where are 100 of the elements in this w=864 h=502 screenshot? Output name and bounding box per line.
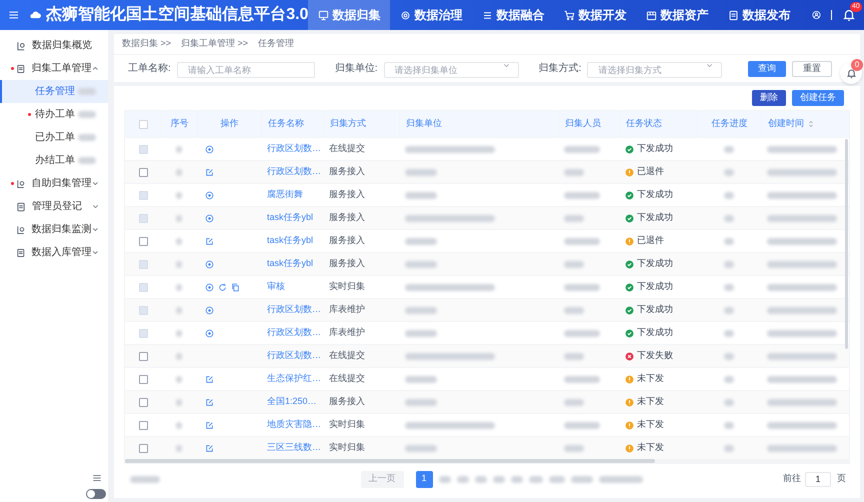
checkbox[interactable] xyxy=(138,374,148,384)
blurred-text xyxy=(724,398,734,406)
blurred-text xyxy=(767,168,837,176)
search-button[interactable]: 查询 xyxy=(748,60,786,76)
edit-icon[interactable] xyxy=(205,444,214,452)
blurred-text xyxy=(405,260,437,268)
checkbox[interactable] xyxy=(138,444,148,452)
dropdown-field[interactable]: 请选择归集单位 xyxy=(384,62,519,78)
submenu-item[interactable]: 待办工单 xyxy=(0,103,108,126)
dropdown-field[interactable]: 请选择归集方式 xyxy=(587,62,722,78)
delete-button[interactable]: 删除 xyxy=(752,90,786,106)
submenu-item[interactable]: 已办工单 xyxy=(0,126,108,149)
table-cell-text: 服务接入 xyxy=(329,165,365,178)
edit-icon[interactable] xyxy=(205,420,214,430)
sidebar-item[interactable]: 数据归集概览 xyxy=(0,34,108,57)
floating-bell-button[interactable]: 0 xyxy=(840,62,862,84)
checkbox[interactable] xyxy=(138,168,148,176)
nav-tab[interactable]: 数据开发 xyxy=(554,0,636,30)
column-header[interactable]: 归集方式 xyxy=(330,117,366,131)
task-name-link[interactable]: 三区三线数… xyxy=(267,441,321,455)
nav-tab[interactable]: 数据归集 xyxy=(308,0,390,30)
blurred-text xyxy=(492,476,504,482)
column-header[interactable]: 任务进度 xyxy=(712,117,748,131)
checkbox[interactable] xyxy=(138,352,148,360)
column-header[interactable]: 序号 xyxy=(170,117,188,131)
sidebar-item[interactable]: 归集工单管理 xyxy=(0,57,108,80)
status-text: 未下发 xyxy=(637,395,664,408)
blurred-text xyxy=(564,284,600,290)
blurred-text xyxy=(564,422,600,428)
breadcrumb-link[interactable]: 数据归集 >> xyxy=(122,37,172,51)
submenu-item[interactable]: 办结工单 xyxy=(0,149,108,172)
column-header[interactable]: 操作 xyxy=(220,117,238,131)
blurred-text xyxy=(176,398,182,406)
gear-icon xyxy=(400,10,412,20)
column-header[interactable]: 归集人员 xyxy=(565,117,601,131)
column-header[interactable]: 创建时间 xyxy=(768,117,804,131)
input-field[interactable]: 请输入工单名称 xyxy=(176,62,315,78)
edit-icon[interactable] xyxy=(205,374,214,384)
status-text: 下发成功 xyxy=(637,142,673,156)
task-name-link[interactable]: task任务ybl xyxy=(267,234,314,248)
task-name-link[interactable]: 行政区划数… xyxy=(267,349,321,363)
checkbox[interactable] xyxy=(138,398,148,406)
scrollbar[interactable] xyxy=(125,459,655,463)
blurred-text xyxy=(528,476,542,482)
blurred-text xyxy=(767,284,837,290)
edit-icon[interactable] xyxy=(205,168,214,176)
toggle-switch[interactable] xyxy=(86,489,106,499)
blurred-text xyxy=(176,284,182,290)
page-button[interactable]: 1 xyxy=(416,470,432,488)
blurred-text xyxy=(724,352,734,360)
task-name-link[interactable]: 生态保护红… xyxy=(267,372,321,386)
table-cell-text: 服务接入 xyxy=(329,211,365,224)
checkbox[interactable] xyxy=(138,120,148,128)
blurred-text xyxy=(767,376,837,382)
submenu-item[interactable]: 任务管理 xyxy=(0,80,108,103)
nav-tab[interactable]: 数据资产 xyxy=(636,0,718,30)
blurred-text xyxy=(564,444,584,452)
blurred-text xyxy=(405,192,437,198)
checkbox[interactable] xyxy=(138,236,148,246)
column-header[interactable]: 任务状态 xyxy=(626,117,662,131)
column-header[interactable]: 任务名称 xyxy=(268,117,304,131)
blurred-text xyxy=(176,168,182,176)
breadcrumb-link[interactable]: 归集工单管理 >> xyxy=(181,37,248,51)
table-cell-text: 在线提交 xyxy=(329,349,365,362)
status-text: 下发成功 xyxy=(637,188,673,202)
edit-icon[interactable] xyxy=(205,236,214,246)
blurred-text xyxy=(176,444,182,452)
sidebar-item[interactable]: 数据归集监测 xyxy=(0,218,108,241)
sidebar-item[interactable]: 管理员登记 xyxy=(0,195,108,218)
blurred-text xyxy=(438,476,450,482)
status-text: 下发成功 xyxy=(637,303,673,316)
blurred-text xyxy=(456,476,468,482)
blurred-text xyxy=(564,192,600,198)
goto-label: 前往 xyxy=(783,472,801,486)
column-header[interactable]: 归集单位 xyxy=(406,117,442,131)
checkbox[interactable] xyxy=(138,420,148,430)
reset-button[interactable]: 重置 xyxy=(792,60,832,76)
blurred-text xyxy=(176,238,182,244)
blurred-text xyxy=(510,476,522,482)
blurred-text xyxy=(176,260,182,268)
status-text: 未下发 xyxy=(637,418,664,432)
blurred-text xyxy=(767,422,837,428)
task-name-link[interactable]: 全国1:250… xyxy=(267,395,317,409)
task-name-link[interactable]: 地质灾害隐… xyxy=(267,418,321,432)
page-unit-label: 页 xyxy=(837,472,846,486)
breadcrumb-link[interactable]: 任务管理 xyxy=(258,37,294,51)
sidebar-item[interactable]: 数据入库管理 xyxy=(0,241,108,264)
page-input[interactable]: 1 xyxy=(805,472,831,486)
status-text: 下发成功 xyxy=(637,211,673,224)
sidebar-item[interactable]: 自助归集管理 xyxy=(0,172,108,195)
nav-tab[interactable]: 数据融合 xyxy=(472,0,554,30)
create-task-button[interactable]: 创建任务 xyxy=(792,90,844,106)
blurred-text xyxy=(548,476,564,482)
scrollbar[interactable] xyxy=(845,139,848,349)
edit-icon[interactable] xyxy=(205,398,214,406)
blurred-text xyxy=(767,330,837,336)
task-name-link[interactable]: 行政区划数… xyxy=(267,165,321,179)
nav-tab[interactable]: 数据治理 xyxy=(390,0,472,30)
blurred-text xyxy=(405,330,437,336)
nav-tab[interactable]: 数据发布 xyxy=(718,0,800,30)
